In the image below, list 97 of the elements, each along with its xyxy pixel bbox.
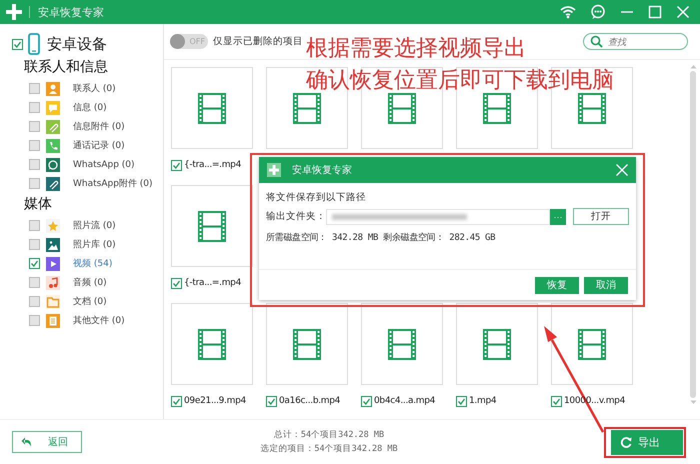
checkbox[interactable] — [29, 315, 40, 326]
video-thumbnail[interactable] — [171, 185, 253, 267]
category-heading: 联系人和信息 — [24, 58, 109, 76]
selected-summary: 选定的项目：54个项目342.28 MB — [260, 442, 398, 456]
scroll-up-icon — [690, 64, 696, 69]
film-icon — [388, 92, 416, 124]
checkbox[interactable] — [29, 296, 40, 307]
checkbox[interactable] — [171, 278, 182, 288]
maximize-icon[interactable] — [648, 5, 662, 19]
field-label: 输出文件夹： — [266, 210, 326, 223]
checkbox[interactable] — [29, 140, 40, 151]
chat-icon[interactable] — [590, 4, 606, 20]
search-field[interactable]: 查找 — [583, 33, 688, 50]
search-icon — [590, 35, 603, 48]
phone-device-icon — [28, 33, 40, 55]
scroll-down-icon — [690, 400, 696, 405]
play-icon — [46, 256, 60, 270]
checkbox[interactable] — [29, 83, 40, 94]
video-thumbnail[interactable] — [266, 303, 348, 385]
checkbox[interactable] — [29, 121, 40, 132]
video-thumbnail[interactable] — [171, 67, 253, 149]
star-icon — [46, 218, 60, 232]
category-heading: 媒体 — [24, 195, 53, 213]
checkbox[interactable] — [29, 258, 40, 269]
checkbox[interactable] — [361, 396, 372, 406]
folder-icon — [46, 294, 60, 308]
total-summary: 总计：54个项目342.28 MB — [274, 429, 384, 442]
checkbox[interactable] — [171, 396, 182, 406]
file-name: {-tra...=.mp4 — [184, 160, 242, 170]
checkbox[interactable] — [29, 220, 40, 231]
file-name: {-tra...=.mp4 — [184, 278, 242, 288]
film-icon — [483, 328, 511, 360]
video-thumbnail[interactable] — [171, 303, 253, 385]
close-icon[interactable] — [676, 5, 690, 19]
video-thumbnail[interactable] — [551, 303, 633, 385]
document-icon — [46, 314, 60, 328]
annotation-text: 确认恢复位置后即可下载到电脑 — [306, 67, 614, 95]
film-icon — [483, 92, 511, 124]
paperclip-icon — [46, 176, 60, 190]
plus-logo-icon — [5, 3, 23, 21]
category-item[interactable]: 联系人 (0) — [73, 82, 116, 95]
category-item[interactable]: 照片库 (0) — [73, 238, 116, 251]
filter-label: 仅显示已删除的项目 — [213, 35, 303, 48]
checkbox[interactable] — [266, 396, 277, 406]
category-item[interactable]: 视频 (54) — [73, 257, 112, 270]
checkbox[interactable] — [29, 178, 40, 189]
file-name: 0a16c...b.mp4 — [279, 396, 340, 406]
window-title: 安卓恢复专家 — [38, 4, 104, 20]
annotation-text: 根据需要选择视频导出 — [306, 35, 526, 63]
checkbox[interactable] — [12, 38, 23, 50]
back-arrow-icon — [21, 437, 32, 447]
film-icon — [293, 328, 321, 360]
checkbox[interactable] — [551, 396, 562, 406]
film-icon — [578, 92, 606, 124]
disk-space-info: 所需磁盘空间： 342.28 MB 剩余磁盘空间： 282.45 GB — [266, 232, 496, 244]
chat-bubble-icon — [46, 158, 60, 172]
image-icon — [46, 238, 60, 252]
category-item[interactable]: 文档 (0) — [73, 295, 107, 308]
video-thumbnail[interactable] — [361, 303, 443, 385]
video-thumbnail[interactable] — [456, 303, 538, 385]
film-icon — [198, 328, 226, 360]
category-item[interactable]: 照片流 (0) — [73, 219, 116, 232]
checkbox[interactable] — [29, 277, 40, 288]
checkbox[interactable] — [456, 396, 467, 406]
open-button[interactable]: 打开 — [573, 208, 629, 225]
film-icon — [198, 92, 226, 124]
person-icon — [46, 82, 60, 96]
film-icon — [578, 328, 606, 360]
device-label[interactable]: 安卓设备 — [47, 34, 107, 54]
path-field[interactable] — [326, 208, 550, 224]
file-name: 1.mp4 — [469, 396, 496, 406]
category-item[interactable]: 信息 (0) — [73, 101, 107, 114]
phone-icon — [46, 138, 60, 152]
paperclip-icon — [46, 120, 60, 134]
checkbox[interactable] — [29, 239, 40, 250]
file-name: 0b4c4...a.mp4 — [374, 396, 436, 406]
refresh-icon — [620, 436, 632, 448]
wifi-icon[interactable] — [560, 5, 576, 19]
checkbox[interactable] — [29, 102, 40, 113]
chat-icon — [46, 100, 60, 114]
file-name: 09e21...9.mp4 — [184, 396, 246, 406]
dialog-message: 将文件保存到以下路径 — [266, 191, 367, 204]
film-icon — [388, 328, 416, 360]
category-item[interactable]: WhatsApp附件 (0) — [73, 177, 153, 190]
close-icon[interactable] — [616, 164, 628, 176]
film-icon — [293, 92, 321, 124]
category-item[interactable]: 信息附件 (0) — [73, 120, 125, 133]
category-item[interactable]: 其他文件 (0) — [73, 314, 125, 327]
checkbox[interactable] — [29, 159, 40, 170]
category-item[interactable]: 音频 (0) — [73, 276, 107, 289]
dialog-title: 安卓恢复专家 — [292, 164, 352, 177]
film-icon — [198, 210, 226, 242]
checkbox[interactable] — [171, 160, 182, 170]
music-icon — [46, 276, 60, 290]
category-item[interactable]: 通话记录 (0) — [73, 139, 125, 152]
category-item[interactable]: WhatsApp (0) — [73, 160, 135, 170]
app-logo-icon — [267, 163, 281, 177]
